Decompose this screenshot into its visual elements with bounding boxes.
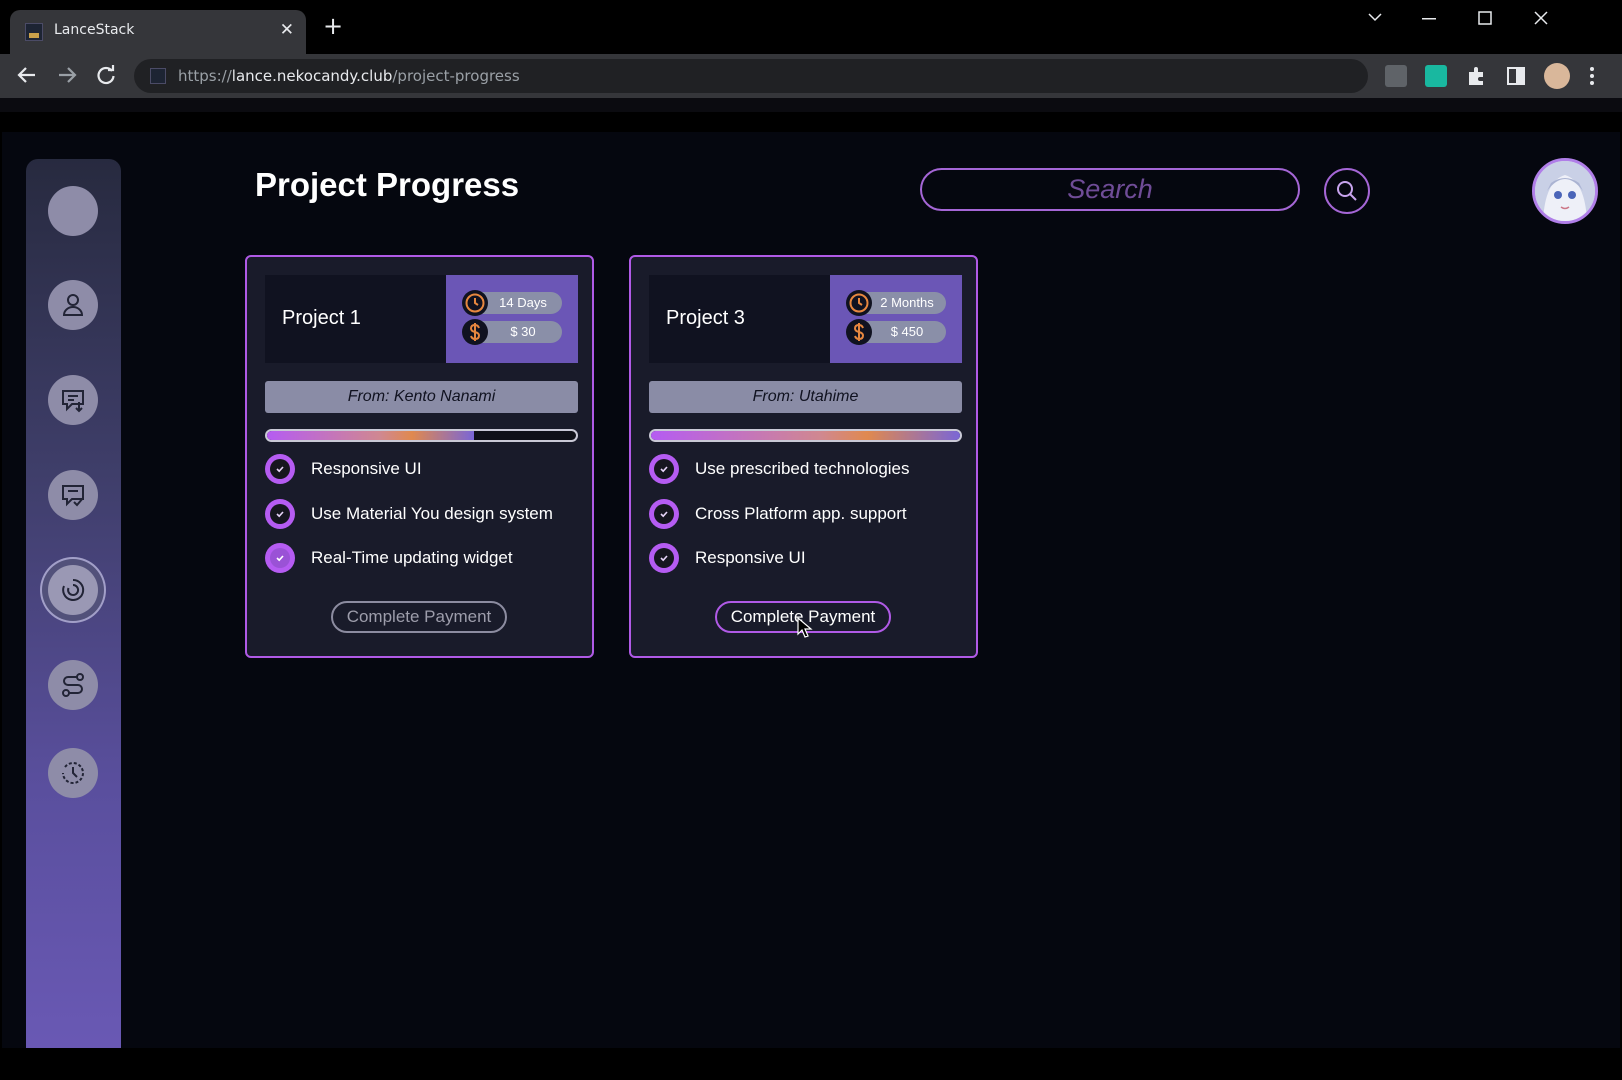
sidebar-item-profile[interactable] bbox=[48, 280, 98, 330]
history-icon bbox=[62, 762, 84, 784]
side-panel-icon[interactable] bbox=[1505, 65, 1527, 87]
check-circle-icon[interactable] bbox=[265, 454, 295, 484]
progress-bar bbox=[265, 429, 578, 442]
project-name: Project 3 bbox=[666, 307, 745, 329]
check-circle-icon[interactable] bbox=[649, 499, 679, 529]
dollar-icon bbox=[846, 319, 872, 345]
url-text: https://lance.nekocandy.club/project-pro… bbox=[178, 67, 520, 85]
task-label: Responsive UI bbox=[311, 459, 422, 478]
sidebar bbox=[26, 159, 121, 1048]
project-name: Project 1 bbox=[282, 307, 361, 329]
profile-avatar-icon[interactable] bbox=[1544, 63, 1570, 89]
tab-search-icon[interactable] bbox=[1368, 12, 1382, 22]
project-card: Project 1 14 Days $ 30 From: Kento Nanam… bbox=[245, 255, 594, 658]
back-icon[interactable] bbox=[16, 64, 38, 86]
progress-icon bbox=[62, 578, 85, 601]
reload-icon[interactable] bbox=[95, 64, 117, 86]
client-name: From: Utahime bbox=[649, 381, 962, 413]
check-circle-icon[interactable] bbox=[265, 499, 295, 529]
clock-icon bbox=[462, 290, 488, 316]
mouse-cursor-icon bbox=[797, 617, 813, 638]
browser-tab-bar: LanceStack ✕ + bbox=[0, 0, 1622, 54]
progress-fill bbox=[651, 431, 960, 440]
tab-title: LanceStack bbox=[54, 22, 135, 38]
progress-fill bbox=[267, 431, 475, 440]
search-icon bbox=[1337, 181, 1357, 201]
site-favicon-icon bbox=[150, 68, 166, 84]
project-meta: 14 Days $ 30 bbox=[446, 275, 578, 363]
progress-bar bbox=[649, 429, 962, 442]
project-card: Project 3 2 Months $ 450 From: Utahime U… bbox=[629, 255, 978, 658]
url-host: lance.nekocandy.club bbox=[231, 67, 393, 85]
user-avatar[interactable] bbox=[1532, 158, 1598, 224]
clock-icon bbox=[846, 290, 872, 316]
close-tab-icon[interactable]: ✕ bbox=[280, 20, 294, 40]
menu-kebab-icon[interactable] bbox=[1588, 65, 1610, 87]
app-viewport: Project Progress Project 1 14 Days $ 30 bbox=[2, 112, 1620, 1048]
task-label: Responsive UI bbox=[695, 548, 806, 567]
new-tab-button[interactable]: + bbox=[323, 14, 343, 38]
check-circle-icon[interactable] bbox=[649, 454, 679, 484]
toolbar-divider bbox=[0, 98, 1622, 112]
sidebar-item-history[interactable] bbox=[48, 748, 98, 798]
check-circle-icon[interactable] bbox=[649, 543, 679, 573]
forward-icon[interactable] bbox=[56, 64, 78, 86]
project-header: Project 3 2 Months $ 450 bbox=[649, 275, 962, 363]
minimize-icon[interactable] bbox=[1422, 18, 1436, 20]
task-label: Use Material You design system bbox=[311, 504, 553, 523]
extension-mail-icon[interactable] bbox=[1385, 65, 1407, 87]
task-label: Real-Time updating widget bbox=[311, 548, 513, 567]
user-icon bbox=[62, 294, 84, 316]
page-title: Project Progress bbox=[255, 166, 520, 203]
app-top-strip bbox=[2, 112, 1620, 132]
address-bar[interactable]: https://lance.nekocandy.club/project-pro… bbox=[134, 59, 1368, 93]
sidebar-item-route[interactable] bbox=[48, 660, 98, 710]
task-label: Cross Platform app. support bbox=[695, 504, 907, 523]
check-circle-icon[interactable] bbox=[265, 543, 295, 573]
avatar-image bbox=[1535, 161, 1595, 221]
complete-payment-button[interactable]: Complete Payment bbox=[331, 601, 507, 633]
close-window-icon[interactable] bbox=[1534, 11, 1548, 25]
client-name: From: Kento Nanami bbox=[265, 381, 578, 413]
url-scheme: https:// bbox=[178, 67, 232, 85]
project-meta: 2 Months $ 450 bbox=[830, 275, 962, 363]
extension-wave-icon[interactable] bbox=[1425, 65, 1447, 87]
project-header: Project 1 14 Days $ 30 bbox=[265, 275, 578, 363]
window-bottom-strip bbox=[0, 1048, 1622, 1080]
url-path: /project-progress bbox=[392, 67, 520, 85]
favicon-icon bbox=[25, 23, 43, 41]
browser-tab[interactable]: LanceStack ✕ bbox=[10, 10, 306, 54]
search-input[interactable] bbox=[920, 168, 1300, 211]
sidebar-item-approved[interactable] bbox=[48, 470, 98, 520]
sidebar-item-progress[interactable] bbox=[48, 565, 98, 615]
route-icon bbox=[62, 673, 84, 697]
message-check-icon bbox=[62, 485, 84, 507]
sidebar-item-inbox[interactable] bbox=[48, 375, 98, 425]
dollar-icon bbox=[462, 319, 488, 345]
task-label: Use prescribed technologies bbox=[695, 459, 910, 478]
search-button[interactable] bbox=[1324, 168, 1370, 214]
extensions-puzzle-icon[interactable] bbox=[1465, 65, 1487, 87]
message-download-icon bbox=[62, 390, 84, 413]
browser-toolbar: https://lance.nekocandy.club/project-pro… bbox=[0, 54, 1622, 98]
sidebar-item-home[interactable] bbox=[48, 186, 98, 236]
maximize-icon[interactable] bbox=[1478, 11, 1492, 25]
